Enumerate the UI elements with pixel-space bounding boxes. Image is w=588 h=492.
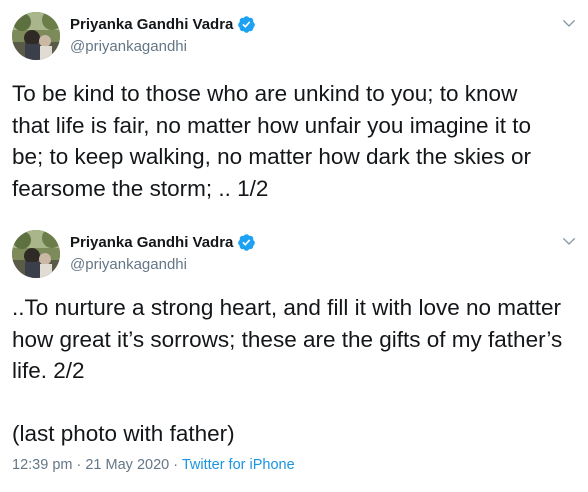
chevron-down-icon[interactable] [560, 14, 578, 32]
author-name[interactable]: Priyanka Gandhi Vadra [70, 234, 233, 251]
verified-badge-icon [237, 15, 256, 34]
tweet-text: ..To nurture a strong heart, and fill it… [12, 295, 563, 446]
tweet-1: Priyanka Gandhi Vadra @priyankagandhi To… [0, 0, 588, 218]
author-row: Priyanka Gandhi Vadra [70, 14, 256, 34]
tweet-source-link[interactable]: Twitter for iPhone [182, 457, 295, 473]
tweet-time[interactable]: 12:39 pm [12, 457, 72, 473]
author-name[interactable]: Priyanka Gandhi Vadra [70, 16, 233, 33]
verified-badge-icon [237, 233, 256, 252]
author-handle[interactable]: @priyankagandhi [70, 38, 187, 55]
meta-separator: · [169, 457, 182, 473]
meta-separator: · [72, 457, 86, 473]
avatar-photo [12, 12, 60, 60]
tweet-2: Priyanka Gandhi Vadra @priyankagandhi ..… [0, 218, 588, 492]
author-handle[interactable]: @priyankagandhi [70, 256, 187, 273]
tweet-date[interactable]: 21 May 2020 [85, 457, 169, 473]
avatar[interactable] [12, 230, 60, 278]
avatar-photo [12, 230, 60, 278]
tweet-metadata: 12:39 pm · 21 May 2020 · Twitter for iPh… [12, 457, 295, 473]
author-row: Priyanka Gandhi Vadra [70, 232, 256, 252]
chevron-down-icon[interactable] [560, 232, 578, 250]
tweet-text: To be kind to those who are unkind to yo… [12, 81, 532, 201]
avatar[interactable] [12, 12, 60, 60]
